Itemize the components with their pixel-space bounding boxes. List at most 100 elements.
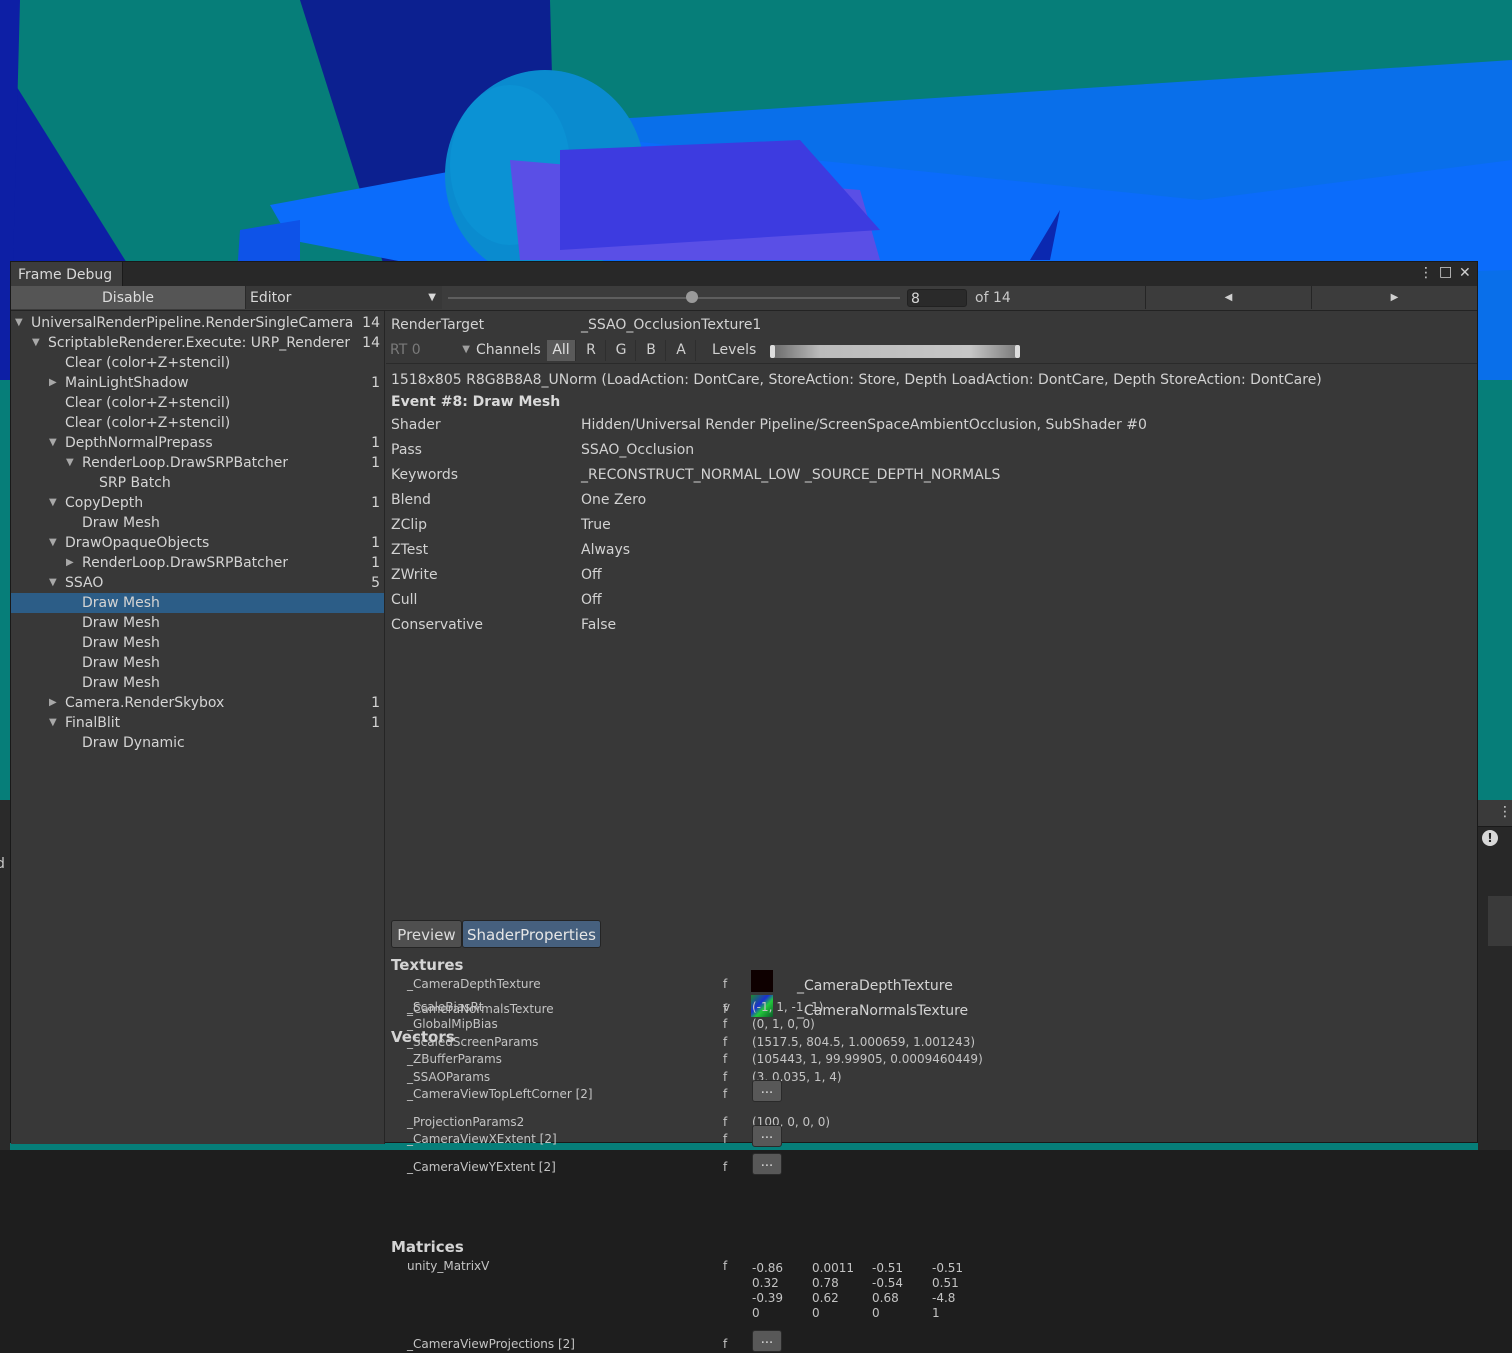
matrix-cell: 0.68: [872, 1291, 899, 1305]
expand-array-button[interactable]: ...: [752, 1125, 782, 1147]
expand-array-button[interactable]: ...: [752, 1080, 782, 1102]
tree-item[interactable]: ▼ SSAO 5: [11, 573, 384, 593]
fold-expanded-icon[interactable]: ▼: [49, 433, 57, 453]
background-left-strip: d: [0, 800, 10, 1150]
tree-item[interactable]: SRP Batch: [11, 473, 384, 493]
fold-collapsed-icon[interactable]: ▶: [49, 693, 57, 713]
vector-name: _ScaledScreenParams: [407, 1035, 539, 1049]
tree-item[interactable]: ▼ DrawOpaqueObjects 1: [11, 533, 384, 553]
vector-name: _CameraViewYExtent [2]: [407, 1160, 556, 1174]
tree-item[interactable]: Clear (color+Z+stencil): [11, 413, 384, 433]
maximize-icon[interactable]: □: [1439, 264, 1452, 280]
tree-item[interactable]: ▼ RenderLoop.DrawSRPBatcher 1: [11, 453, 384, 473]
background-panel: [1488, 896, 1512, 946]
event-index-input[interactable]: 8: [907, 289, 967, 307]
levels-range-slider[interactable]: [770, 345, 1020, 358]
channel-g-button[interactable]: G: [607, 340, 636, 361]
render-target-label: RenderTarget: [391, 317, 485, 333]
tree-item-label: Clear (color+Z+stencil): [65, 395, 231, 411]
texture-value: _CameraDepthTexture: [797, 978, 953, 994]
event-slider[interactable]: [448, 297, 900, 299]
vector-row: _SSAOParams f (3, 0.035, 1, 4): [407, 1069, 1467, 1086]
tree-item[interactable]: Clear (color+Z+stencil): [11, 393, 384, 413]
tree-item[interactable]: Clear (color+Z+stencil): [11, 353, 384, 373]
fold-expanded-icon[interactable]: ▼: [49, 573, 57, 593]
fold-collapsed-icon[interactable]: ▶: [66, 553, 74, 573]
tab-shader-properties[interactable]: ShaderProperties: [462, 920, 601, 948]
tree-item-label: UniversalRenderPipeline.RenderSingleCame…: [31, 315, 354, 331]
warning-icon[interactable]: !: [1482, 830, 1498, 846]
window-tab-frame-debug[interactable]: Frame Debug: [11, 262, 124, 286]
disable-button[interactable]: Disable: [11, 286, 246, 309]
fold-expanded-icon[interactable]: ▼: [49, 493, 57, 513]
fold-expanded-icon[interactable]: ▼: [32, 333, 40, 353]
tab-preview[interactable]: Preview: [391, 920, 462, 948]
texture-thumbnail[interactable]: [751, 970, 773, 992]
tree-item[interactable]: Draw Dynamic: [11, 733, 384, 753]
fold-expanded-icon[interactable]: ▼: [49, 533, 57, 553]
fold-expanded-icon[interactable]: ▼: [49, 713, 57, 733]
triangle-right-icon: ▶: [1390, 292, 1399, 303]
tree-item[interactable]: Draw Mesh: [11, 513, 384, 533]
expand-array-button[interactable]: ...: [752, 1330, 782, 1352]
vector-name: _CameraViewTopLeftCorner [2]: [407, 1087, 593, 1101]
channels-label: Channels: [476, 342, 541, 358]
tree-item[interactable]: Draw Mesh: [11, 613, 384, 633]
tree-item[interactable]: ▶ Camera.RenderSkybox 1: [11, 693, 384, 713]
tree-item[interactable]: Draw Mesh: [11, 653, 384, 673]
property-name: Keywords: [391, 467, 459, 483]
tree-item[interactable]: ▼ CopyDepth 1: [11, 493, 384, 513]
render-target-row: RenderTarget _SSAO_OcclusionTexture1: [386, 311, 1477, 335]
chevron-down-icon: ▼: [462, 344, 470, 355]
matrix-cell: 0.51: [932, 1276, 959, 1290]
target-dropdown[interactable]: Editor ▼: [246, 286, 442, 309]
tree-item-label: Draw Mesh: [82, 635, 160, 651]
tree-item[interactable]: ▼ UniversalRenderPipeline.RenderSingleCam…: [11, 313, 384, 333]
tree-item[interactable]: ▼ DepthNormalPrepass 1: [11, 433, 384, 453]
fold-collapsed-icon[interactable]: ▶: [49, 373, 57, 393]
levels-min-handle[interactable]: [770, 345, 775, 358]
close-icon[interactable]: ✕: [1459, 265, 1471, 281]
matrix-cell: -0.39: [752, 1291, 784, 1305]
tree-item[interactable]: ▶ RenderLoop.DrawSRPBatcher 1: [11, 553, 384, 573]
tree-item-label: RenderLoop.DrawSRPBatcher: [82, 555, 289, 571]
event-slider-handle[interactable]: [686, 291, 699, 303]
vector-row: _ScaleBiasRt v (-1, 1, -1, 1): [407, 999, 1467, 1016]
vector-value: (105443, 1, 99.99905, 0.0009460449): [752, 1052, 983, 1066]
levels-max-handle[interactable]: [1015, 345, 1020, 358]
vector-type: f: [723, 1017, 728, 1031]
window-menu-icon[interactable]: ⋮: [1419, 265, 1433, 281]
triangle-left-icon: ◀: [1224, 292, 1233, 303]
tree-item-label: Clear (color+Z+stencil): [65, 355, 231, 371]
vector-type: f: [723, 1115, 728, 1129]
matrix-type: f: [723, 1259, 728, 1273]
vector-row: _CameraViewXExtent [2] f...: [407, 1125, 1467, 1148]
channel-a-button[interactable]: A: [667, 340, 696, 361]
window-titlebar: Frame Debug ⋮ □ ✕: [11, 262, 1477, 287]
tree-item[interactable]: Draw Mesh: [11, 593, 384, 613]
tree-item[interactable]: ▼ FinalBlit 1: [11, 713, 384, 733]
property-name: Shader: [391, 417, 441, 433]
matrix-cell: 0.0011: [812, 1261, 854, 1275]
tree-item[interactable]: ▶ MainLightShadow 1: [11, 373, 384, 393]
property-row: Keywords _RECONSTRUCT_NORMAL_LOW _SOURCE_…: [391, 463, 1471, 488]
property-value: Hidden/Universal Render Pipeline/ScreenS…: [581, 417, 1147, 433]
vector-type: v: [723, 1000, 731, 1014]
previous-event-button[interactable]: ◀: [1145, 286, 1311, 309]
next-event-button[interactable]: ▶: [1311, 286, 1477, 309]
channel-all-button[interactable]: All: [547, 340, 576, 361]
tree-item[interactable]: Draw Mesh: [11, 673, 384, 693]
fold-expanded-icon[interactable]: ▼: [66, 453, 74, 473]
background-menu-icon[interactable]: ⋮: [1498, 804, 1512, 820]
tree-item-label: ScriptableRenderer.Execute: URP_Renderer: [48, 335, 351, 351]
expand-array-button[interactable]: ...: [752, 1153, 782, 1175]
tree-item-count: 1: [371, 715, 380, 731]
fold-expanded-icon[interactable]: ▼: [15, 313, 23, 333]
tree-item[interactable]: Draw Mesh: [11, 633, 384, 653]
render-target-index-dropdown[interactable]: RT 0 ▼: [390, 339, 470, 361]
matrix-cell: 0.78: [812, 1276, 839, 1290]
tree-item[interactable]: ▼ ScriptableRenderer.Execute: URP_Rendere…: [11, 333, 384, 353]
channel-r-button[interactable]: R: [577, 340, 606, 361]
channel-b-button[interactable]: B: [637, 340, 666, 361]
tree-item-count: 14: [362, 335, 380, 351]
